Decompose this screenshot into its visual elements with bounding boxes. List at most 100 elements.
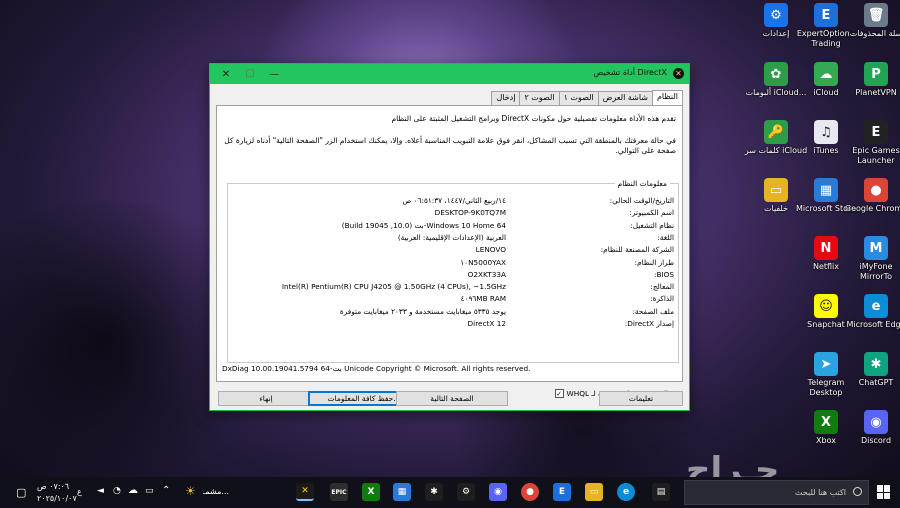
desktop-shortcut[interactable]: N Netflix: [793, 236, 859, 292]
system-info-row: العربية (الإعدادات الإقليمية: العربية) ال…: [234, 233, 674, 243]
whql-checkbox[interactable]: ✓: [554, 389, 564, 398]
taskbar-xbox-icon[interactable]: X: [362, 483, 380, 501]
desktop-shortcut[interactable]: ☺ Snapchat: [793, 294, 859, 350]
taskbar: ▢ ٠٧:٠٦ ص ٢٠٢٥/١٠/٠٧ ع ◄ ◔ ☁ ▭ ⌃ ☀ مشمـ.…: [0, 477, 900, 508]
system-info-row: LENOVO الشركة المصنعة للنظام:: [234, 245, 674, 255]
weather-text[interactable]: مشمـ...: [203, 487, 229, 496]
taskbar-epic-icon[interactable]: EPIC: [330, 483, 348, 501]
recycle-bin-icon: 🗑: [864, 3, 888, 27]
window-titlebar[interactable]: ✕ ☐ — أداة تشخيص DirectX ✕: [210, 64, 689, 84]
clock-time[interactable]: ٠٧:٠٦ ص: [37, 482, 69, 491]
itunes-icon: ♫: [814, 120, 838, 144]
weather-icon[interactable]: ☀: [185, 484, 196, 498]
system-info-value: DESKTOP-9K0TQ7M: [434, 208, 506, 218]
system-info-value: ١٠N5000YAX: [460, 257, 506, 267]
desktop-shortcut-label: إعدادات: [762, 29, 790, 38]
system-info-row: ١٠N5000YAX طراز النظام:: [234, 258, 674, 268]
desktop-shortcut-label: Telegram Desktop: [807, 378, 845, 397]
folder-icon: ▭: [764, 178, 788, 202]
window-title: أداة تشخيص DirectX: [593, 68, 667, 77]
desktop-shortcut-label: Netflix: [812, 262, 840, 271]
system-info-value: LENOVO: [475, 245, 506, 255]
system-info-row: Intel(R) Pentium(R) CPU J4205 @ 1.50GHz …: [234, 282, 674, 292]
haraj-watermark: حـراج: [686, 450, 780, 477]
system-info-row: يوجد ٥٣٣٥ ميغابايت مستخدمة و ٢٠٣٣ ميغابا…: [234, 307, 674, 317]
system-info-value: العربية (الإعدادات الإقليمية: العربية): [397, 232, 506, 242]
icloud-icon: ☁: [814, 62, 838, 86]
taskbar-discord-icon[interactable]: ◉: [489, 483, 507, 501]
system-info-row: ٤٠٩٦MB RAM الذاكرة:: [234, 294, 674, 304]
close-button[interactable]: ✕: [214, 64, 238, 84]
desktop-shortcut[interactable]: ▭ خلفيات: [743, 178, 809, 234]
dxdiag-window: ✕ ☐ — أداة تشخيص DirectX ✕ النظام شاشة ا…: [209, 63, 690, 411]
system-info-key: BIOS:: [653, 269, 674, 279]
taskbar-search-box[interactable]: اكتب هنا للبحث: [684, 480, 869, 505]
taskbar-chatgpt-icon[interactable]: ✱: [425, 483, 443, 501]
system-info-key: نظام التشغيل:: [630, 220, 674, 230]
minimize-button[interactable]: —: [262, 64, 286, 84]
tab-sound-2[interactable]: الصوت ٢: [519, 91, 560, 105]
system-info-key: المعالج:: [650, 282, 674, 292]
epic-games-icon: E: [864, 120, 888, 144]
system-info-row: O2XKT33A BIOS:: [234, 270, 674, 280]
input-language[interactable]: ع: [77, 487, 82, 496]
system-info-key: الشركة المصنعة للنظام:: [600, 245, 674, 255]
system-info-row: DESKTOP-9K0TQ7M اسم الكمبيوتر:: [234, 208, 674, 218]
tab-system[interactable]: النظام: [651, 90, 683, 105]
intro-text-2: في حالة معرفتك بالمنطقة التي تسبب المشاك…: [224, 136, 676, 155]
system-info-key: التاريخ/الوقت الحالي:: [609, 196, 674, 205]
clock-date[interactable]: ٢٠٢٥/١٠/٠٧: [37, 494, 77, 503]
taskbar-settings-icon[interactable]: ⚙: [457, 483, 475, 501]
system-info-group: معلومات النظام ١٤/ربيع الثاني/١٤٤٧، ٠٦:٥…: [227, 179, 679, 363]
chatgpt-icon: ✱: [864, 352, 888, 376]
notifications-icon[interactable]: ▢: [16, 486, 26, 499]
help-button[interactable]: تعليمات: [599, 391, 683, 406]
start-button[interactable]: [877, 485, 891, 499]
icloud-photos-icon: ✿: [764, 62, 788, 86]
desktop-shortcut[interactable]: ➤ Telegram Desktop: [793, 352, 859, 408]
desktop-shortcut[interactable]: ✿ ألبومات iCloud...: [743, 62, 809, 118]
tab-sound-1[interactable]: الصوت ١: [558, 91, 599, 105]
telegram-icon: ➤: [814, 352, 838, 376]
desktop-shortcut[interactable]: X Xbox: [793, 410, 859, 466]
taskbar-edge-icon[interactable]: e: [617, 483, 635, 501]
battery-icon[interactable]: ▭: [145, 486, 154, 496]
desktop-shortcut-label: Xbox: [816, 436, 836, 445]
desktop-shortcut[interactable]: ⚙ إعدادات: [743, 3, 809, 59]
xbox-icon: X: [814, 410, 838, 434]
network-icon[interactable]: ◔: [113, 486, 121, 496]
system-info-value: Windows 10 Home 64-بت (10.0, Build 19045…: [341, 220, 506, 230]
taskbar-chrome-icon[interactable]: ●: [521, 483, 539, 501]
taskbar-store-icon[interactable]: ▦: [393, 483, 411, 501]
maximize-button[interactable]: ☐: [238, 64, 262, 84]
system-info-key: اللغة:: [657, 232, 674, 242]
tab-display[interactable]: شاشة العرض: [597, 91, 653, 105]
system-info-value: DirectX 12: [467, 319, 506, 328]
taskbar-expertoption-icon[interactable]: E: [553, 483, 571, 501]
tab-input[interactable]: إدخال: [491, 91, 521, 105]
system-info-value: ٤٠٩٦MB RAM: [460, 294, 506, 304]
chrome-icon: ●: [864, 178, 888, 202]
system-info-key: طراز النظام:: [634, 257, 674, 267]
taskbar-dxdiag-icon[interactable]: ✕: [296, 483, 314, 501]
task-view-icon[interactable]: ▤: [652, 483, 670, 501]
volume-icon[interactable]: ◄: [97, 486, 104, 496]
system-info-row: DirectX 12 إصدار DirectX:: [234, 319, 674, 329]
onedrive-icon[interactable]: ☁: [128, 485, 138, 496]
system-info-row: ١٤/ربيع الثاني/١٤٤٧، ٠٦:٥١:٣٧ ص التاريخ/ا…: [234, 196, 674, 206]
edge-icon: e: [864, 294, 888, 318]
expertoption-icon: E: [814, 3, 838, 27]
desktop-shortcut[interactable]: 🔑 كلمات سر iCloud: [743, 120, 809, 176]
exit-button[interactable]: إنهاء: [218, 391, 314, 406]
icloud-passwords-icon: 🔑: [764, 120, 788, 144]
chevron-up-icon[interactable]: ⌃: [162, 485, 170, 496]
desktop-shortcut-label: ChatGPT: [858, 378, 894, 387]
desktop-shortcut-label: iCloud: [813, 88, 839, 97]
next-page-button[interactable]: الصفحة التالية: [396, 391, 508, 406]
system-info-key: ملف الصفحة:: [632, 306, 674, 316]
tab-strip: النظام شاشة العرض الصوت ١ الصوت ٢ إدخال: [491, 90, 683, 105]
netflix-icon: N: [814, 236, 838, 260]
system-info-value: Intel(R) Pentium(R) CPU J4205 @ 1.50GHz …: [281, 282, 506, 292]
taskbar-explorer-icon[interactable]: ▭: [585, 483, 603, 501]
group-title: معلومات النظام: [614, 179, 670, 188]
